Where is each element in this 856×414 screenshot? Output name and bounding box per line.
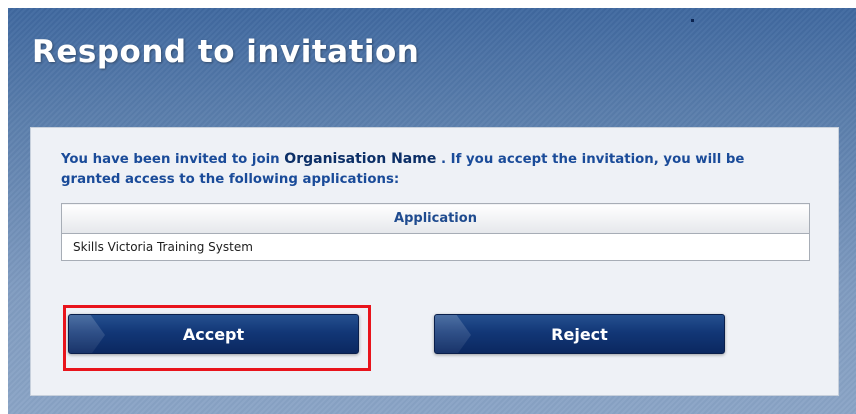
organisation-name: Organisation Name <box>284 151 437 167</box>
reject-button[interactable]: Reject <box>434 314 725 354</box>
reject-button-label: Reject <box>551 324 608 344</box>
app-window: Respond to invitation You have been invi… <box>8 8 856 414</box>
message-prefix: You have been invited to join <box>61 152 280 167</box>
applications-table: Application Skills Victoria Training Sys… <box>61 203 810 261</box>
accept-highlight-box <box>63 305 371 371</box>
invitation-panel: You have been invited to join Organisati… <box>30 127 839 396</box>
chevron-right-icon <box>435 315 471 353</box>
table-header-row: Application <box>61 203 810 234</box>
decorative-dot <box>691 19 694 22</box>
application-column-header: Application <box>61 203 810 234</box>
application-cell: Skills Victoria Training System <box>61 233 810 261</box>
table-row: Skills Victoria Training System <box>61 233 810 261</box>
page-title: Respond to invitation <box>32 34 420 70</box>
invitation-message: You have been invited to join Organisati… <box>61 149 761 190</box>
